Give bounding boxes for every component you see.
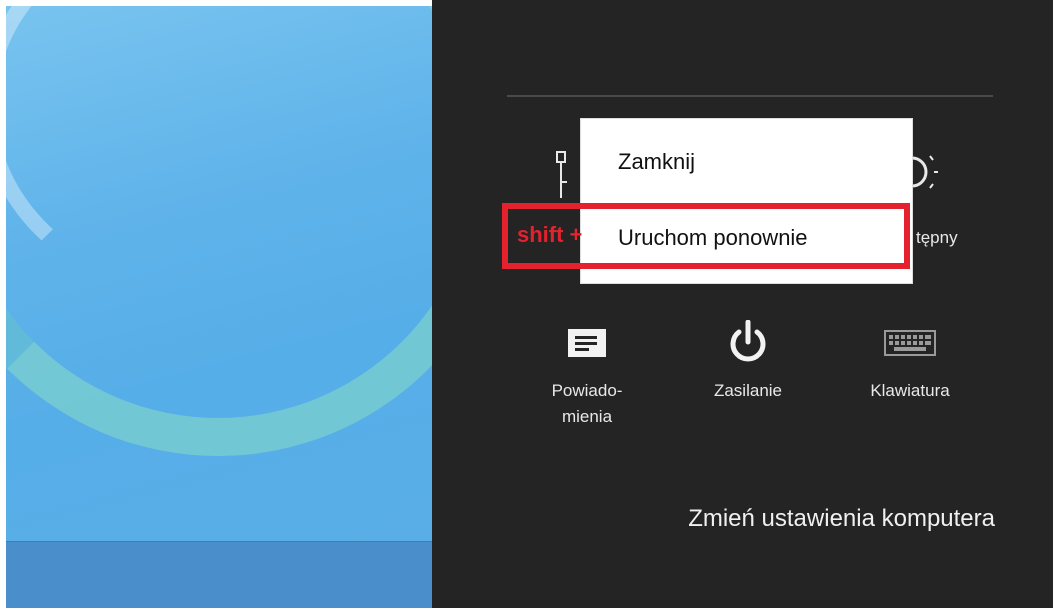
shift-annotation: shift + [517,222,583,247]
taskbar[interactable] [0,541,432,608]
desktop-wallpaper [0,0,432,608]
change-pc-settings-link[interactable]: Zmień ustawienia komputera [688,505,995,533]
divider [507,95,993,97]
frame-top [0,0,432,6]
keyboard-tile[interactable]: Klawiatura [852,320,968,404]
power-tile[interactable]: Zasilanie [690,320,806,404]
brightness-icon[interactable] [910,152,940,192]
power-icon [730,320,766,362]
notifications-label: Powiado- mienia [551,381,623,426]
notifications-icon [568,329,606,357]
availability-label: tępny [916,228,958,247]
shutdown-option[interactable]: Zamknij [618,149,695,175]
frame-left [0,0,6,608]
network-icon[interactable] [554,150,574,200]
settings-charm-panel: tępny Powiado- mienia Zasilanie Klawiatu… [432,0,1053,608]
power-label: Zasilanie [713,381,783,400]
keyboard-label: Klawiatura [870,381,950,400]
keyboard-icon [884,330,936,356]
notifications-tile[interactable]: Powiado- mienia [532,320,642,430]
